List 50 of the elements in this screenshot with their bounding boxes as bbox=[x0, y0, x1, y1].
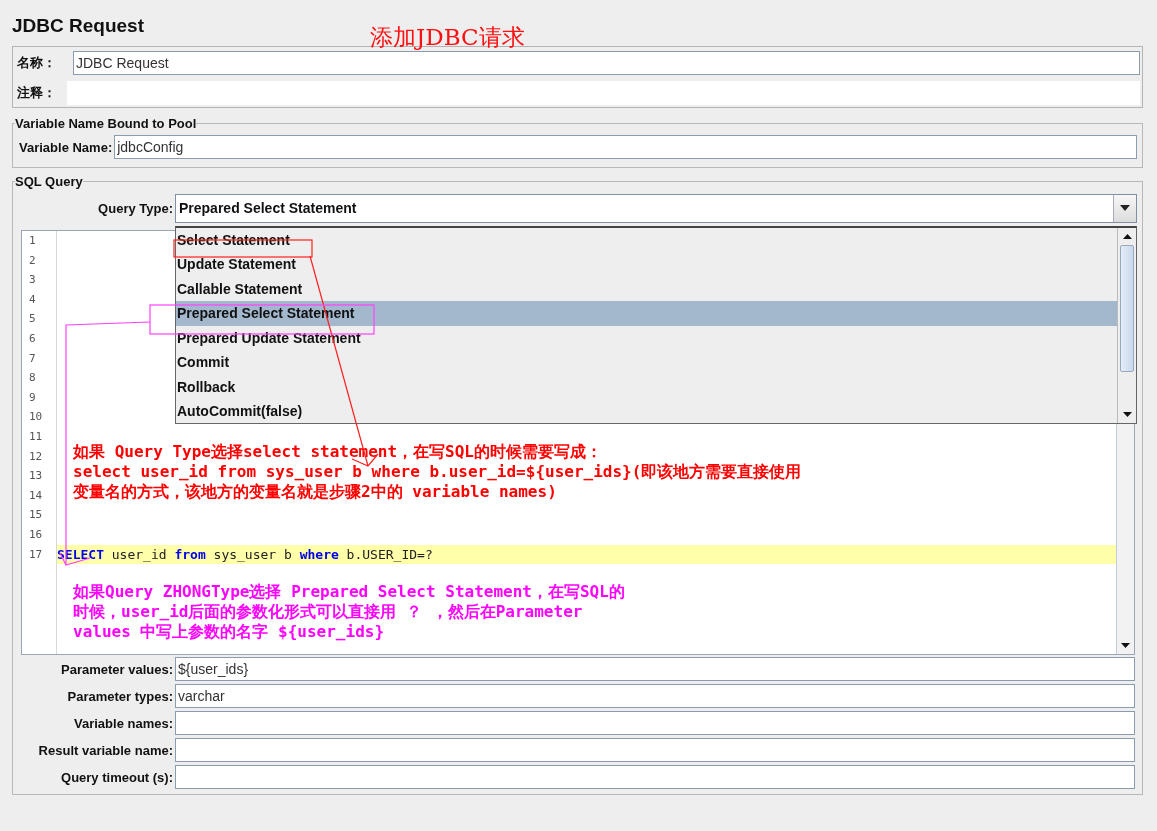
line-number: 11 bbox=[28, 428, 44, 445]
line-number: 4 bbox=[28, 291, 37, 308]
field-label: 注释： bbox=[16, 83, 57, 102]
line-number: 10 bbox=[28, 409, 44, 426]
dropdown-option[interactable]: Callable Statement bbox=[176, 276, 1117, 301]
down-arrow-icon bbox=[1121, 643, 1130, 648]
input-field[interactable] bbox=[175, 711, 1135, 735]
dropdown-option[interactable]: Update Statement bbox=[176, 252, 1117, 277]
annotation-text: 添加JDBC请求 bbox=[370, 23, 526, 52]
panel-title: JDBC Request bbox=[12, 14, 145, 37]
code-line: SELECT user_id from sys_user b where b.USER_ID=? bbox=[57, 546, 433, 562]
up-arrow-icon bbox=[1122, 233, 1132, 239]
input-field[interactable]: jdbcConfig bbox=[114, 135, 1137, 159]
dropdown-option[interactable]: Rollback bbox=[176, 374, 1117, 399]
line-number: 2 bbox=[28, 252, 37, 269]
line-number: 9 bbox=[28, 389, 37, 406]
line-number: 6 bbox=[28, 330, 37, 347]
line-number: 16 bbox=[28, 526, 44, 543]
line-number: 5 bbox=[28, 311, 37, 328]
line-number: 13 bbox=[28, 468, 44, 485]
line-number: 1 bbox=[28, 233, 37, 249]
dropdown-option[interactable]: Commit bbox=[176, 350, 1117, 375]
input-field[interactable] bbox=[175, 765, 1135, 789]
line-number: 14 bbox=[28, 487, 44, 504]
scrollbar[interactable] bbox=[1117, 227, 1136, 423]
line-number: 8 bbox=[28, 370, 37, 387]
field-label: 名称： bbox=[16, 53, 57, 72]
field-label: Query timeout (s): bbox=[60, 769, 174, 785]
dropdown-option[interactable]: AutoCommit(false) bbox=[176, 399, 1117, 424]
caret-icon bbox=[1120, 205, 1130, 211]
line-number: 7 bbox=[28, 350, 37, 367]
group-title: SQL Query bbox=[15, 174, 83, 189]
line-number: 3 bbox=[28, 272, 37, 289]
line-number: 17 bbox=[28, 546, 44, 563]
field-label: Variable names: bbox=[73, 715, 174, 731]
input-field[interactable]: JDBC Request bbox=[73, 50, 1140, 75]
group-title: Variable Name Bound to Pool bbox=[15, 116, 197, 131]
field-label: Result variable name: bbox=[37, 742, 174, 758]
down-arrow-icon bbox=[1122, 411, 1132, 417]
input-field[interactable]: varchar bbox=[175, 684, 1135, 708]
input-field[interactable]: ${user_ids} bbox=[175, 657, 1135, 681]
field-label: Parameter values: bbox=[60, 661, 174, 677]
query-type-dropdown[interactable]: Prepared Select Statement bbox=[175, 193, 1137, 223]
line-number: 15 bbox=[28, 507, 44, 524]
field-label: Query Type: bbox=[97, 200, 174, 216]
annotation-text: 如果Query ZHONGType选择 Prepared Select Statement，在写SQL的 时候，user_id后面的参数化形式可以直接用 ？ ，然后在Parameter values 中写上参数的名字 ${user_ids} bbox=[73, 582, 625, 642]
field-label: Parameter types: bbox=[66, 688, 174, 704]
input-field[interactable] bbox=[175, 738, 1135, 762]
field-label: Variable Name: bbox=[19, 139, 114, 155]
line-number: 12 bbox=[28, 448, 44, 465]
